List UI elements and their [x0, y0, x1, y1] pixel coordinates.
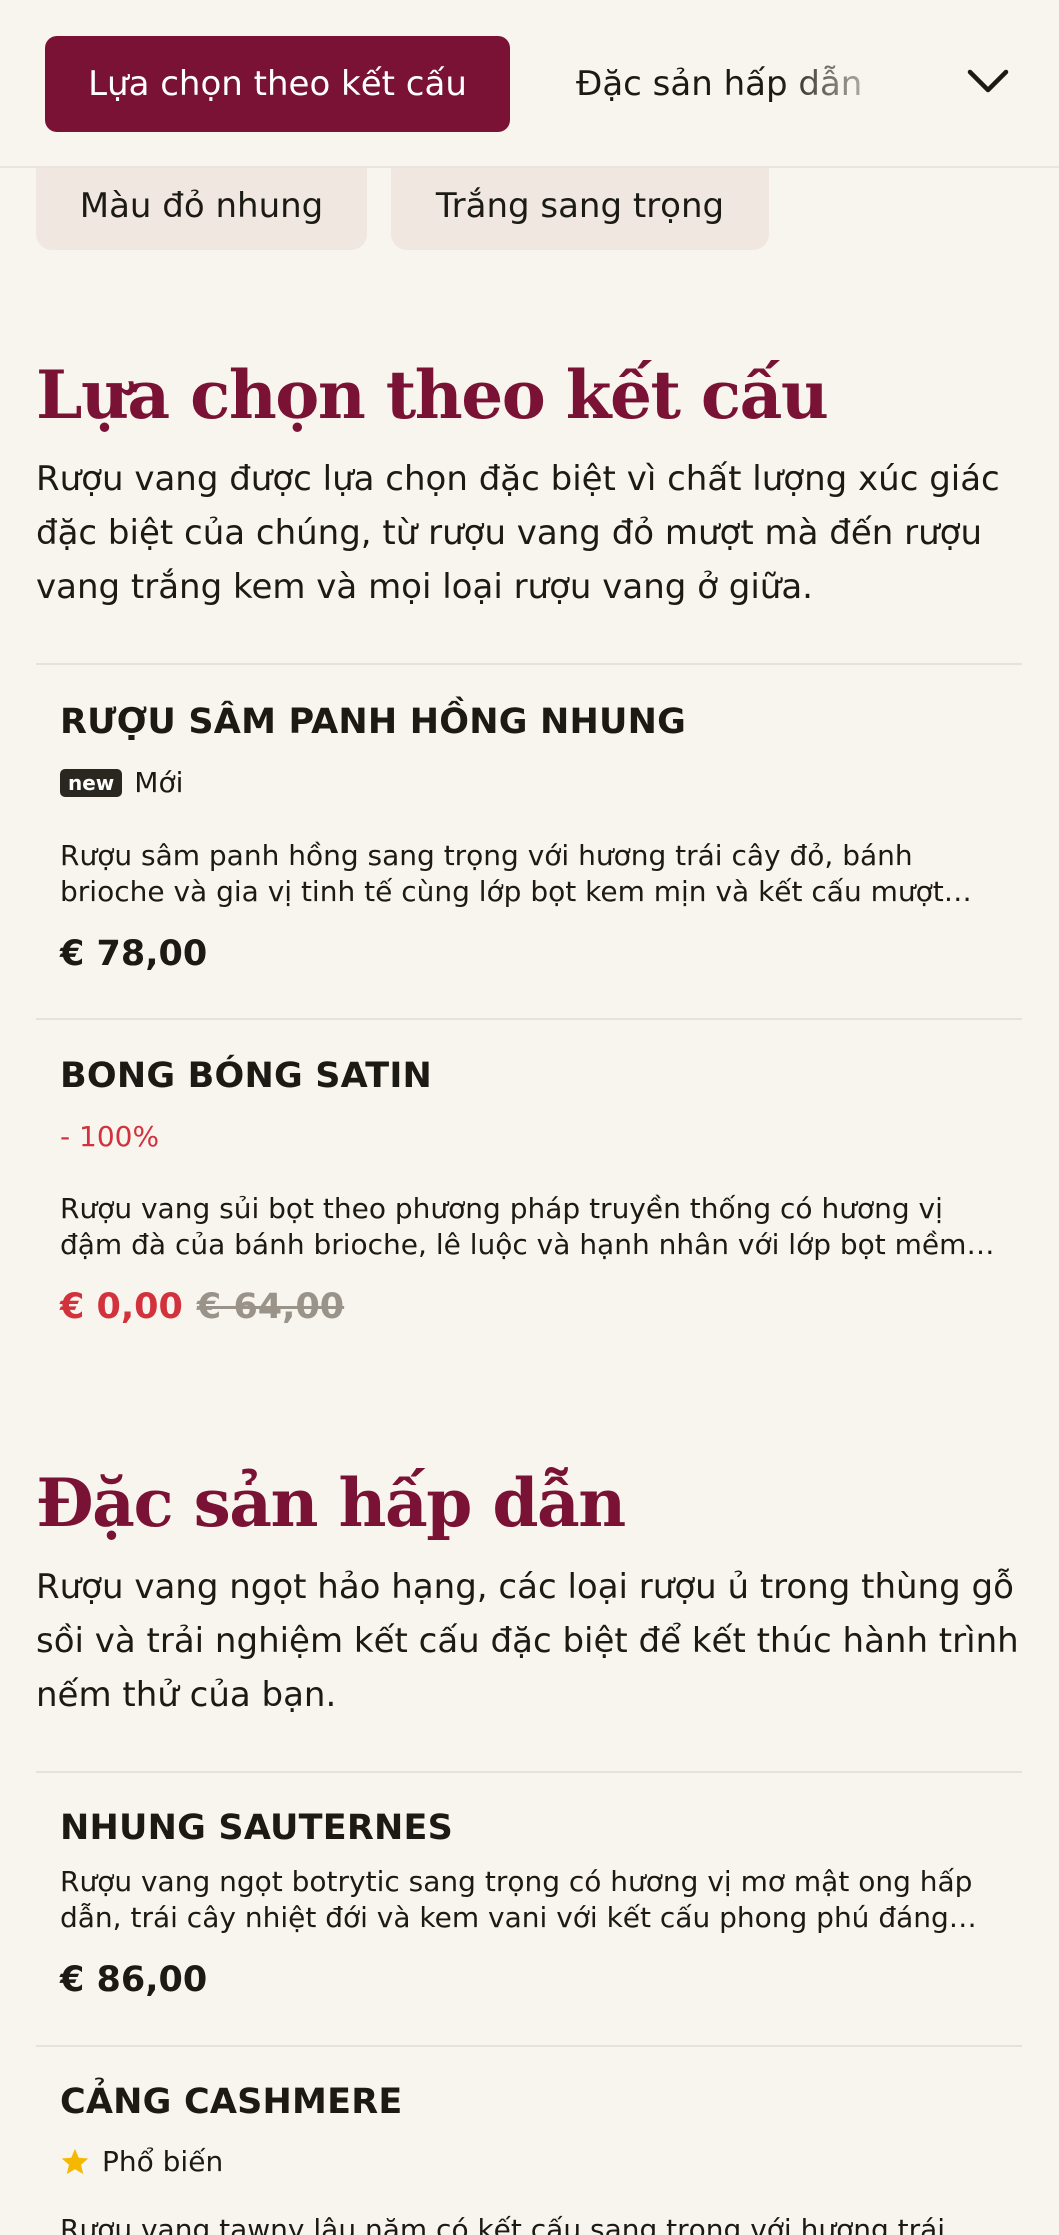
item-name: NHUNG SAUTERNES	[60, 1808, 453, 1848]
section-title: Lựa chọn theo kết cấu	[36, 356, 829, 434]
discount-label: - 100%	[60, 1120, 160, 1153]
category-bar: Lựa chọn theo kết cấu Đặc sản hấp dẫn	[0, 0, 1059, 168]
section-description: Rượu vang ngọt hảo hạng, các loại rượu ủ…	[36, 1567, 1019, 1715]
item-name: CẢNG CASHMERE	[60, 2082, 403, 2122]
divider	[36, 2045, 1022, 2047]
item-description: Rượu vang tawny lâu năm có kết cấu sang …	[60, 2213, 946, 2235]
item-badge-row: new Mới	[60, 766, 183, 799]
menu-page: Màu đỏ nhung Trắng sang trọng Lựa chọn t…	[0, 0, 1059, 2235]
badge-label: Phổ biến	[102, 2145, 224, 2178]
star-icon	[61, 2148, 89, 2174]
section-description: Rượu vang được lựa chọn đặc biệt vì chất…	[36, 459, 1000, 607]
new-badge: new	[60, 768, 123, 797]
item-description: Rượu vang ngọt botrytic sang trọng có hư…	[60, 1865, 973, 1934]
item-description: Rượu vang sủi bọt theo phương pháp truyề…	[60, 1192, 967, 1261]
category-tab-texture[interactable]: Lựa chọn theo kết cấu	[45, 36, 510, 132]
divider	[36, 663, 1022, 665]
item-price: € 86,00	[60, 1960, 208, 2000]
item-badge-row: Phổ biến	[60, 2145, 223, 2178]
divider	[36, 1771, 1022, 1773]
item-name: RƯỢU SÂM PANH HỒNG NHUNG	[60, 702, 687, 742]
badge-label: Mới	[134, 766, 184, 799]
chip-label: Trắng sang trọng	[435, 186, 725, 226]
original-price: € 64,00	[196, 1287, 345, 1327]
item-price: € 78,00	[60, 934, 208, 974]
item-description: Rượu sâm panh hồng sang trọng với hương …	[60, 839, 944, 908]
section-title: Đặc sản hấp dẫn	[36, 1464, 626, 1542]
category-fade-overlay	[780, 20, 960, 150]
item-price: € 0,00 € 64,00	[60, 1287, 344, 1327]
divider	[36, 1018, 1022, 1020]
chevron-down-icon[interactable]	[962, 56, 1014, 108]
sale-price: € 0,00	[60, 1287, 183, 1327]
item-name: BONG BÓNG SATIN	[60, 1056, 433, 1096]
chip-label: Màu đỏ nhung	[79, 186, 324, 226]
